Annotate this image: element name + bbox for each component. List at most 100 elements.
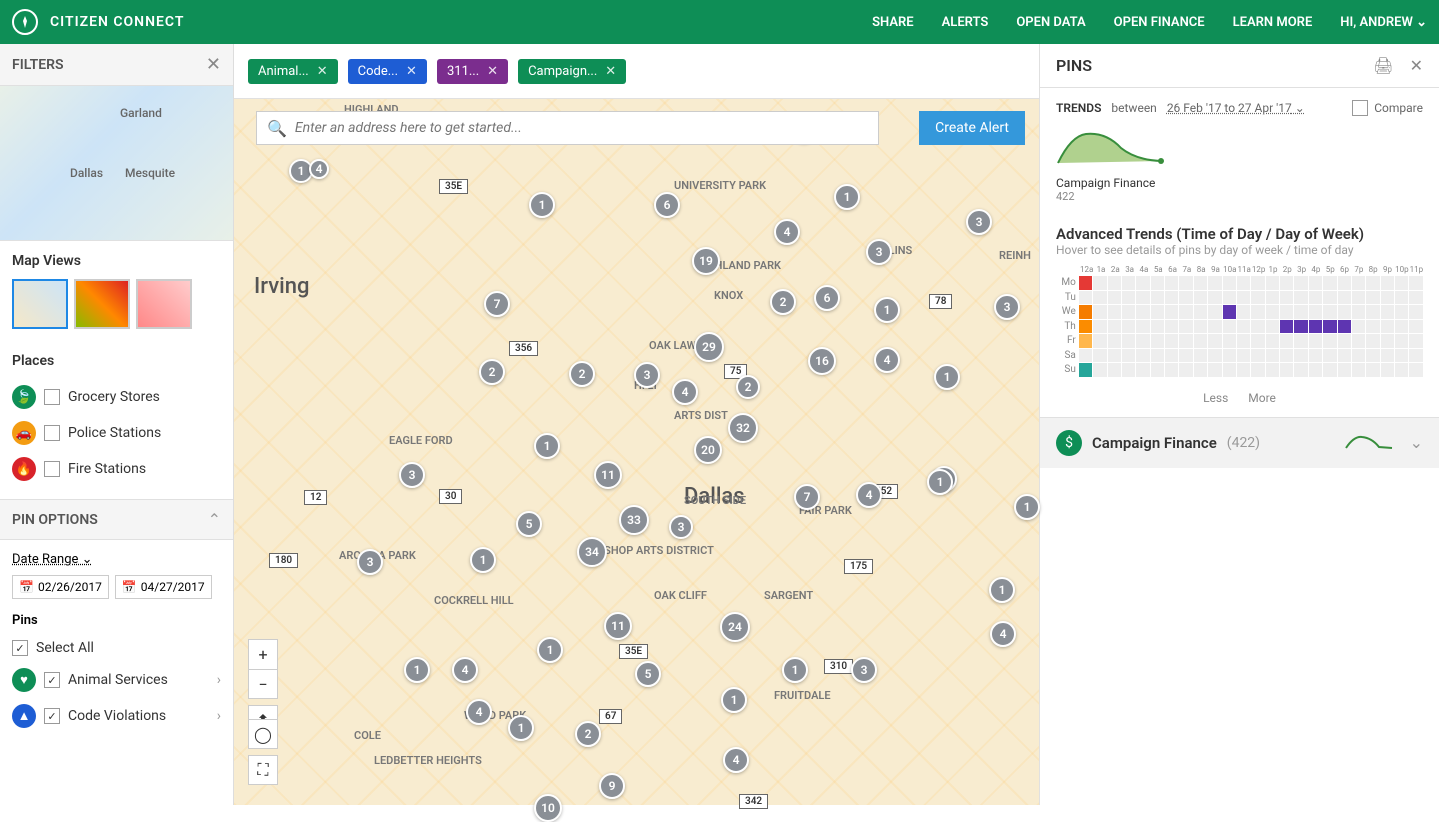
chip-remove-icon[interactable]: ✕ xyxy=(406,64,417,79)
heatmap-cell[interactable] xyxy=(1251,305,1264,319)
chip-remove-icon[interactable]: ✕ xyxy=(317,64,328,79)
heatmap-cell[interactable] xyxy=(1366,363,1379,377)
nav-learn-more[interactable]: LEARN MORE xyxy=(1233,15,1313,30)
heatmap-cell[interactable] xyxy=(1409,349,1422,363)
heatmap-cell[interactable] xyxy=(1194,305,1207,319)
compare-checkbox[interactable] xyxy=(1352,100,1368,116)
collapse-panel-button[interactable]: ‹ xyxy=(1039,52,1040,78)
filter-chip[interactable]: Code...✕ xyxy=(348,59,427,84)
heatmap-cell[interactable] xyxy=(1409,276,1422,290)
heatmap-cell[interactable] xyxy=(1251,334,1264,348)
map-cluster[interactable]: 1 xyxy=(470,547,496,573)
heatmap-cell[interactable] xyxy=(1208,305,1221,319)
create-alert-button[interactable]: Create Alert xyxy=(919,111,1025,145)
heatmap-cell[interactable] xyxy=(1323,291,1336,305)
heatmap-cell[interactable] xyxy=(1237,305,1250,319)
map-cluster[interactable]: 1 xyxy=(934,364,960,390)
heatmap-cell[interactable] xyxy=(1338,320,1351,334)
map-view-streets[interactable] xyxy=(12,279,68,329)
nav-alerts[interactable]: ALERTS xyxy=(942,15,989,30)
heatmap-cell[interactable] xyxy=(1395,276,1408,290)
heatmap-cell[interactable] xyxy=(1208,334,1221,348)
heatmap-cell[interactable] xyxy=(1352,334,1365,348)
heatmap-cell[interactable] xyxy=(1108,349,1121,363)
heatmap-cell[interactable] xyxy=(1309,305,1322,319)
map-cluster[interactable]: 4 xyxy=(309,159,329,179)
map-cluster[interactable]: 4 xyxy=(774,219,800,245)
map-cluster[interactable]: 3 xyxy=(866,239,892,265)
address-search-input[interactable] xyxy=(295,120,868,136)
heatmap-cell[interactable] xyxy=(1366,291,1379,305)
heatmap-cell[interactable] xyxy=(1294,276,1307,290)
heatmap-cell[interactable] xyxy=(1237,320,1250,334)
map-cluster[interactable]: 32 xyxy=(728,413,758,443)
map-cluster[interactable]: 1 xyxy=(537,637,563,663)
heatmap-cell[interactable] xyxy=(1251,363,1264,377)
heatmap-cell[interactable] xyxy=(1237,349,1250,363)
heatmap-cell[interactable] xyxy=(1108,363,1121,377)
map-view-choropleth[interactable] xyxy=(136,279,192,329)
heatmap-cell[interactable] xyxy=(1223,363,1236,377)
map-cluster[interactable]: 1 xyxy=(834,184,860,210)
print-icon[interactable]: 🖨 xyxy=(1373,56,1393,75)
heatmap-cell[interactable] xyxy=(1338,363,1351,377)
heatmap-cell[interactable] xyxy=(1309,363,1322,377)
zoom-out-button[interactable]: − xyxy=(248,669,278,699)
heatmap-cell[interactable] xyxy=(1323,276,1336,290)
fullscreen-button[interactable]: ⛶ xyxy=(248,755,278,785)
heatmap-cell[interactable] xyxy=(1381,334,1394,348)
heatmap-cell[interactable] xyxy=(1194,320,1207,334)
heatmap-cell[interactable] xyxy=(1151,320,1164,334)
heatmap-cell[interactable] xyxy=(1151,349,1164,363)
filter-chip[interactable]: 311...✕ xyxy=(437,59,508,84)
heatmap-cell[interactable] xyxy=(1294,334,1307,348)
heatmap-cell[interactable] xyxy=(1151,334,1164,348)
heatmap-cell[interactable] xyxy=(1136,320,1149,334)
category-row-campaign-finance[interactable]: $ Campaign Finance (422) ⌄ xyxy=(1040,417,1439,468)
heatmap-cell[interactable] xyxy=(1165,363,1178,377)
heatmap-cell[interactable] xyxy=(1079,305,1092,319)
heatmap-cell[interactable] xyxy=(1165,349,1178,363)
heatmap-cell[interactable] xyxy=(1294,320,1307,334)
heatmap-cell[interactable] xyxy=(1280,320,1293,334)
heatmap-cell[interactable] xyxy=(1208,276,1221,290)
heatmap-cell[interactable] xyxy=(1151,291,1164,305)
heatmap-cell[interactable] xyxy=(1280,276,1293,290)
heatmap-cell[interactable] xyxy=(1237,363,1250,377)
map-cluster[interactable]: 3 xyxy=(399,462,425,488)
heatmap-cell[interactable] xyxy=(1237,276,1250,290)
map-cluster[interactable]: 4 xyxy=(466,699,492,725)
heatmap-cell[interactable] xyxy=(1409,363,1422,377)
heatmap-cell[interactable] xyxy=(1323,320,1336,334)
heatmap-cell[interactable] xyxy=(1194,334,1207,348)
nav-open-data[interactable]: OPEN DATA xyxy=(1016,15,1085,30)
heatmap-cell[interactable] xyxy=(1381,276,1394,290)
heatmap-cell[interactable] xyxy=(1266,363,1279,377)
map-canvas[interactable]: 🔍 Create Alert IrvingDallasHIGHLANDUnive… xyxy=(234,99,1039,805)
heatmap-cell[interactable] xyxy=(1093,291,1106,305)
map-cluster[interactable]: 4 xyxy=(874,347,900,373)
heatmap-cell[interactable] xyxy=(1352,349,1365,363)
map-view-heatmap[interactable] xyxy=(74,279,130,329)
heatmap-cell[interactable] xyxy=(1179,334,1192,348)
map-cluster[interactable]: 7 xyxy=(484,291,510,317)
map-cluster[interactable]: 33 xyxy=(619,505,649,535)
map-cluster[interactable]: 4 xyxy=(723,747,749,773)
map-cluster[interactable]: 2 xyxy=(770,289,796,315)
nav-share[interactable]: SHARE xyxy=(872,15,914,30)
pin-checkbox[interactable]: ✓ xyxy=(44,708,60,724)
heatmap-cell[interactable] xyxy=(1323,363,1336,377)
nav-user-menu[interactable]: HI, ANDREW ⌄ xyxy=(1340,15,1427,30)
map-cluster[interactable]: 2 xyxy=(575,721,601,747)
map-cluster[interactable]: 1 xyxy=(529,192,555,218)
map-cluster[interactable]: 3 xyxy=(357,549,383,575)
heatmap-cell[interactable] xyxy=(1108,276,1121,290)
place-checkbox[interactable] xyxy=(44,425,60,441)
heatmap-cell[interactable] xyxy=(1251,349,1264,363)
map-cluster[interactable]: 34 xyxy=(577,537,607,567)
heatmap-cell[interactable] xyxy=(1395,334,1408,348)
heatmap-cell[interactable] xyxy=(1108,334,1121,348)
map-cluster[interactable]: 16 xyxy=(808,347,836,375)
heatmap-cell[interactable] xyxy=(1309,291,1322,305)
date-from-input[interactable]: 📅02/26/2017 xyxy=(12,575,109,599)
